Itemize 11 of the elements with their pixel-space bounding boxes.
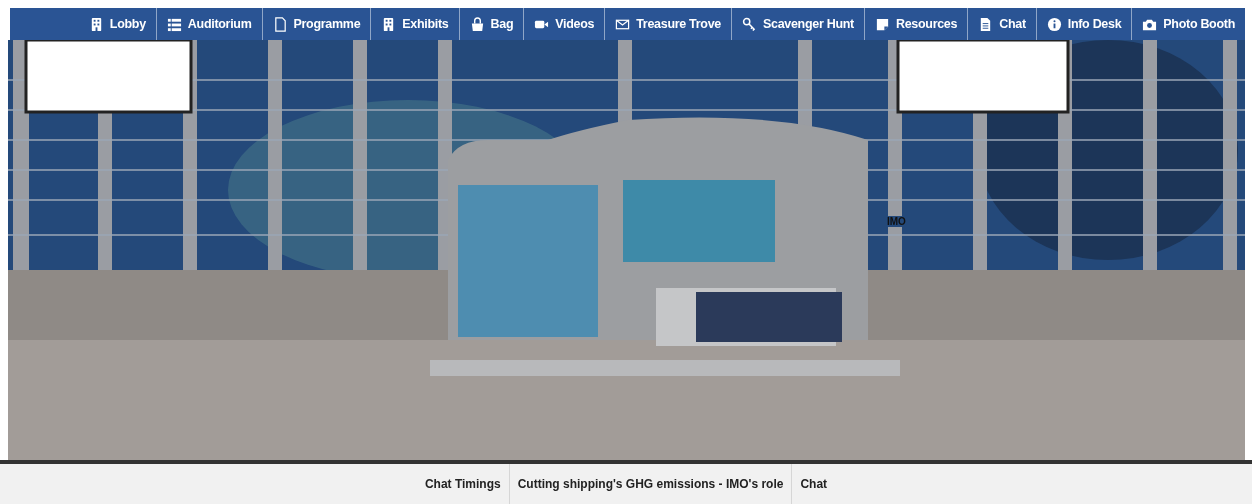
tab[interactable]: Chat Timings bbox=[416, 464, 509, 504]
page-icon bbox=[272, 16, 288, 32]
tab[interactable]: Cutting shipping's GHG emissions - IMO's role bbox=[508, 464, 792, 504]
list-icon bbox=[166, 16, 182, 32]
key-icon bbox=[741, 16, 757, 32]
booth-label: IMO bbox=[886, 216, 907, 227]
bag-icon bbox=[469, 16, 485, 32]
nav-item[interactable]: Lobby bbox=[78, 8, 156, 40]
tab[interactable]: Chat bbox=[791, 464, 836, 504]
note-icon bbox=[874, 16, 890, 32]
info-icon bbox=[1046, 16, 1062, 32]
